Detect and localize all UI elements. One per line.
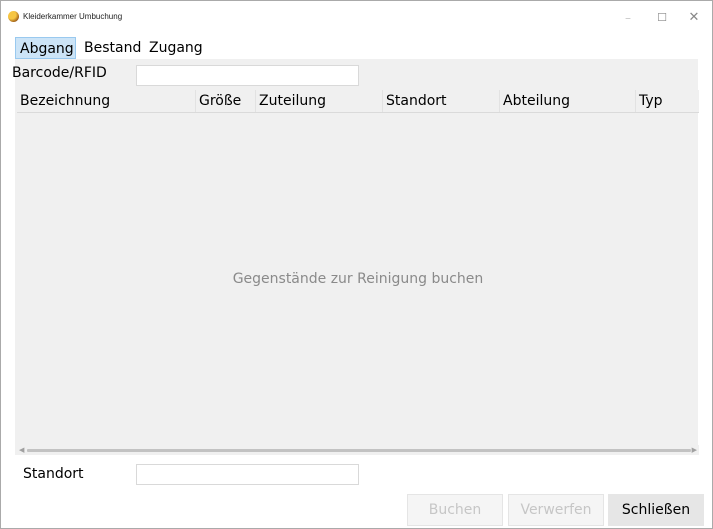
tab-bestand[interactable]: Bestand <box>80 37 145 59</box>
maximize-icon[interactable]: ☐ <box>647 7 677 29</box>
column-header-groesse[interactable]: Größe <box>195 90 255 112</box>
table-header: Bezeichnung Größe Zuteilung Standort Abt… <box>17 90 699 113</box>
column-header-zuteilung[interactable]: Zuteilung <box>255 90 382 112</box>
barcode-input[interactable] <box>136 65 359 86</box>
standort-label: Standort <box>23 466 84 482</box>
window-title: Kleiderkammer Umbuchung <box>23 12 123 21</box>
barcode-label: Barcode/RFID <box>12 65 107 81</box>
horizontal-scrollbar[interactable]: ◀ ▶ <box>17 445 699 455</box>
column-header-abteilung[interactable]: Abteilung <box>499 90 635 112</box>
minimize-icon[interactable]: – <box>613 7 643 29</box>
app-icon <box>8 11 19 22</box>
close-button[interactable]: Schließen <box>608 494 704 526</box>
column-header-typ[interactable]: Typ <box>635 90 699 112</box>
tab-panel <box>15 59 698 455</box>
tab-zugang[interactable]: Zugang <box>145 37 207 59</box>
scroll-right-icon[interactable]: ▶ <box>692 445 697 455</box>
tab-abgang[interactable]: Abgang <box>15 37 76 59</box>
scrollbar-thumb[interactable] <box>27 449 691 452</box>
scroll-left-icon[interactable]: ◀ <box>19 445 24 455</box>
column-header-bezeichnung[interactable]: Bezeichnung <box>17 90 195 112</box>
title-bar[interactable]: Kleiderkammer Umbuchung – ☐ ✕ <box>1 1 712 35</box>
discard-button[interactable]: Verwerfen <box>508 494 604 526</box>
app-window: Kleiderkammer Umbuchung – ☐ ✕ Abgang Bes… <box>0 0 713 529</box>
close-icon[interactable]: ✕ <box>679 7 709 29</box>
standort-input[interactable] <box>136 464 359 485</box>
empty-list-message: Gegenstände zur Reinigung buchen <box>232 271 484 287</box>
column-header-standort[interactable]: Standort <box>382 90 499 112</box>
book-button[interactable]: Buchen <box>407 494 503 526</box>
